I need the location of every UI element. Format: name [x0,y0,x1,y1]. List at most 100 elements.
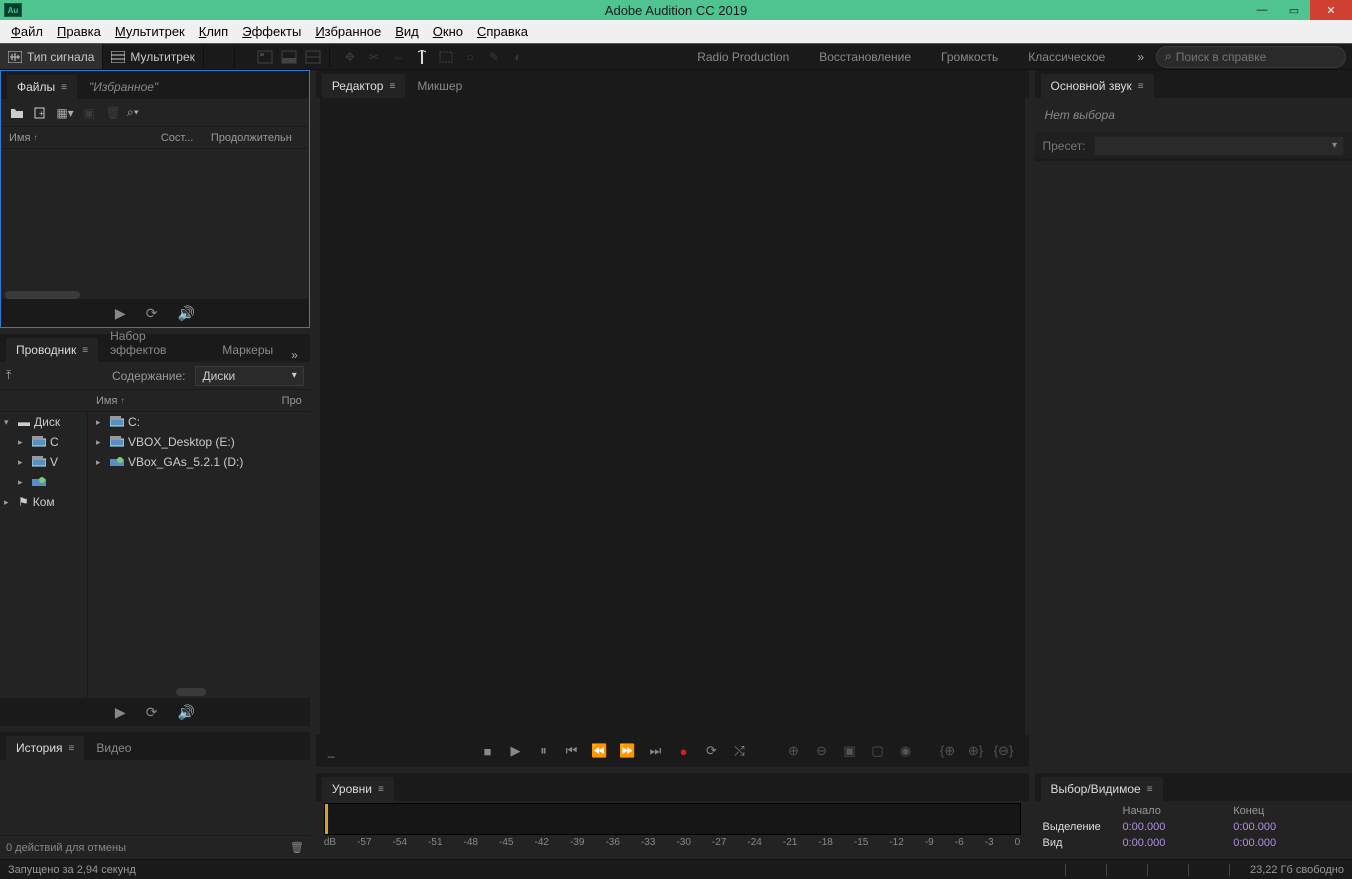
tree-node-drive-e[interactable]: ▸V [0,452,87,472]
tree-node-drive-d[interactable]: ▸ [0,472,87,492]
explorer-file-list[interactable]: ▸C: ▸VBOX_Desktop (E:) ▸VBox_GAs_5.2.1 (… [88,412,310,698]
view-start-value[interactable]: 0:00.000 [1123,837,1234,849]
files-play-button[interactable]: ▶ [115,305,126,322]
menu-clip[interactable]: Клип [192,22,235,41]
skip-selection-button[interactable]: ⤭ [729,741,751,761]
zoom-full-button[interactable]: ▣ [839,741,861,761]
content-dropdown[interactable]: Диски ▾ [195,366,303,386]
tab-favorites[interactable]: "Избранное" [79,75,168,99]
files-col-duration[interactable]: Продолжительн [211,132,301,144]
waveform-view-button[interactable]: Тип сигнала [0,44,103,69]
delete-file-icon[interactable]: 🗑 [103,104,123,122]
tab-explorer[interactable]: Проводник≡ [6,338,98,362]
go-to-end-button[interactable]: ⏭ [645,741,667,761]
zoom-in-start-button[interactable]: {⊕ [937,741,959,761]
tree-node-composites[interactable]: ▸⚑Ком [0,492,87,512]
menu-window[interactable]: Окно [426,22,470,41]
brush-tool-icon[interactable]: ✎ [484,47,504,67]
rewind-button[interactable]: ⏪ [589,741,611,761]
explorer-loop-button[interactable]: ⟳ [146,704,158,721]
tab-editor[interactable]: Редактор≡ [322,74,406,98]
menu-favorites[interactable]: Избранное [308,22,388,41]
zoom-out-full-button[interactable]: {⊖} [993,741,1015,761]
loop-playback-button[interactable]: ⟳ [701,741,723,761]
open-file-icon[interactable] [7,104,27,122]
list-item-drive-d[interactable]: ▸VBox_GAs_5.2.1 (D:) [88,452,310,472]
explorer-tree[interactable]: ▾▬Диск ▸C ▸V ▸ ▸⚑Ком [0,412,88,698]
menu-effects[interactable]: Эффекты [235,22,308,41]
files-autoplay-button[interactable]: 🔊 [177,305,194,322]
record-button[interactable]: ● [673,741,695,761]
panel-menu-icon[interactable]: ≡ [69,743,75,754]
menu-edit[interactable]: Правка [50,22,108,41]
workspace-classic[interactable]: Классическое [1028,50,1105,64]
tab-history[interactable]: История≡ [6,736,84,760]
panel-menu-icon[interactable]: ≡ [1138,81,1144,92]
zoom-selection-button[interactable]: ▢ [867,741,889,761]
waveform-display[interactable] [320,98,1025,735]
workspace-restoration[interactable]: Восстановление [819,50,911,64]
workspace-more-button[interactable]: » [1125,50,1156,64]
tab-markers[interactable]: Маркеры [212,338,283,362]
explorer-col-name[interactable]: Имя ↑ [96,395,282,407]
files-filter-input[interactable] [143,105,297,120]
panel-overflow-button[interactable]: » [285,348,304,362]
tab-mixer[interactable]: Микшер [407,74,472,98]
explorer-col-duration[interactable]: Про [282,395,302,407]
new-file-icon[interactable]: + [31,104,51,122]
menu-help[interactable]: Справка [470,22,535,41]
selection-end-value[interactable]: 0:00.000 [1233,821,1344,833]
tab-video[interactable]: Видео [86,736,141,760]
panel-menu-icon[interactable]: ≡ [61,82,67,93]
play-button[interactable]: ▶ [505,741,527,761]
spectral-pitch-icon[interactable] [303,47,323,67]
zoom-in-button[interactable]: ⊕ [783,741,805,761]
list-item-drive-c[interactable]: ▸C: [88,412,310,432]
view-end-value[interactable]: 0:00.000 [1233,837,1344,849]
history-list[interactable] [0,760,310,835]
workspace-radio-production[interactable]: Radio Production [697,50,789,64]
zoom-in-point-button[interactable]: ◉ [895,741,917,761]
maximize-button[interactable]: ▭ [1278,0,1310,20]
files-scrollbar[interactable] [5,291,80,299]
files-list[interactable] [1,149,309,299]
time-selection-icon[interactable] [412,47,432,67]
marquee-tool-icon[interactable] [436,47,456,67]
selection-start-value[interactable]: 0:00.000 [1123,821,1234,833]
tab-levels[interactable]: Уровни≡ [322,777,394,801]
panel-menu-icon[interactable]: ≡ [82,345,88,356]
explorer-play-button[interactable]: ▶ [115,704,126,721]
lasso-tool-icon[interactable]: ○ [460,47,480,67]
tab-selection-view[interactable]: Выбор/Видимое≡ [1041,777,1163,801]
level-meter[interactable] [324,803,1021,835]
new-multitrack-icon[interactable]: ▦▾ [55,104,75,122]
menu-multitrack[interactable]: Мультитрек [108,22,192,41]
menu-view[interactable]: Вид [388,22,426,41]
clear-history-icon[interactable]: 🗑 [290,841,304,854]
slip-tool-icon[interactable]: ⇔ [388,47,408,67]
list-item-drive-e[interactable]: ▸VBOX_Desktop (E:) [88,432,310,452]
spectral-frequency-icon[interactable] [279,47,299,67]
tab-files[interactable]: Файлы≡ [7,75,77,99]
explorer-autoplay-button[interactable]: 🔊 [177,704,194,721]
tree-node-drive-c[interactable]: ▸C [0,432,87,452]
close-button[interactable]: ✕ [1310,0,1352,20]
spot-healing-icon[interactable]: ◐ [508,47,528,67]
panel-menu-icon[interactable]: ≡ [1147,784,1153,795]
tab-essential-sound[interactable]: Основной звук≡ [1041,74,1154,98]
tab-effects-rack[interactable]: Набор эффектов [100,324,210,362]
explorer-scrollbar[interactable] [176,688,206,696]
tree-node-disks[interactable]: ▾▬Диск [0,412,87,432]
zoom-in-end-button[interactable]: ⊕} [965,741,987,761]
workspace-loudness[interactable]: Громкость [941,50,998,64]
stop-button[interactable]: ■ [477,741,499,761]
pause-button[interactable]: ⏸ [533,741,555,761]
hud-toggle-icon[interactable] [255,47,275,67]
insert-file-icon[interactable]: ▣ [79,104,99,122]
move-tool-icon[interactable]: ✥ [340,47,360,67]
fast-forward-button[interactable]: ⏩ [617,741,639,761]
nav-up-icon[interactable]: ⤒ [6,368,26,383]
zoom-out-button[interactable]: ⊖ [811,741,833,761]
preset-dropdown[interactable]: ▾ [1094,136,1344,156]
razor-tool-icon[interactable]: ✂ [364,47,384,67]
